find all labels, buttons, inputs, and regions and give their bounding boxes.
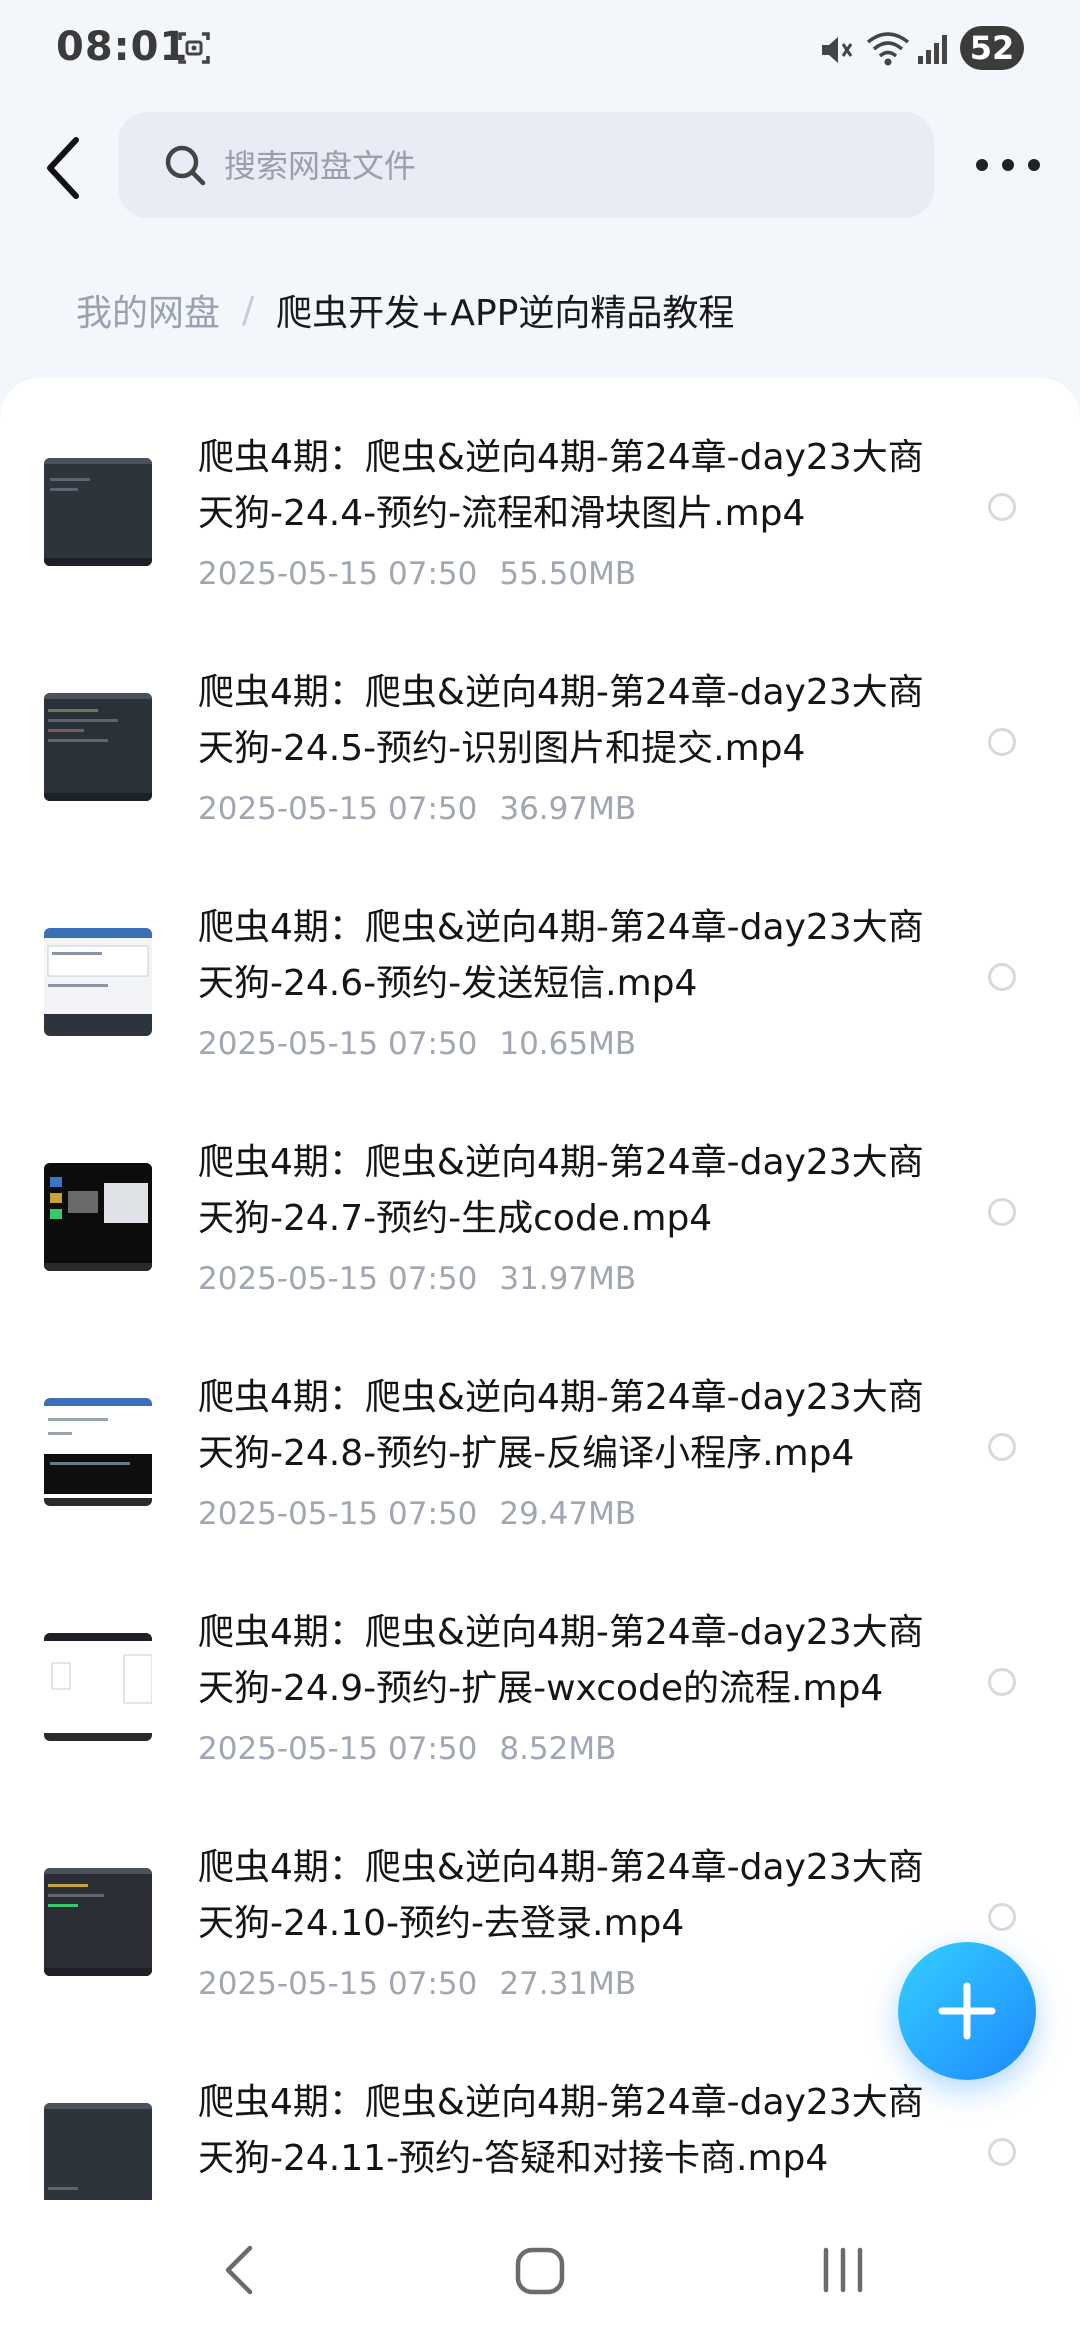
video-thumbnail [44, 1398, 152, 1506]
file-name: 爬虫4期：爬虫&逆向4期-第24章-day23大商天狗-24.4-预约-流程和滑… [198, 437, 924, 534]
add-button[interactable] [898, 1942, 1036, 2080]
file-date: 2025-05-15 07:50 [198, 1496, 478, 1532]
select-radio[interactable] [988, 963, 1016, 991]
video-thumbnail [44, 1868, 152, 1976]
signal-icon [918, 35, 947, 64]
file-name: 爬虫4期：爬虫&逆向4期-第24章-day23大商天狗-24.11-预约-答疑和… [198, 2082, 924, 2179]
file-name: 爬虫4期：爬虫&逆向4期-第24章-day23大商天狗-24.10-预约-去登录… [198, 1847, 924, 1944]
breadcrumb-current: 爬虫开发+APP逆向精品教程 [276, 293, 735, 334]
status-time: 08:01 [56, 24, 189, 70]
file-name: 爬虫4期：爬虫&逆向4期-第24章-day23大商天狗-24.8-预约-扩展-反… [198, 1377, 924, 1474]
battery-icon: 52 [960, 26, 1024, 70]
file-meta: 2025-05-15 07:50 27.31MB [198, 1966, 636, 2002]
select-radio[interactable] [988, 1903, 1016, 1931]
file-name: 爬虫4期：爬虫&逆向4期-第24章-day23大商天狗-24.6-预约-发送短信… [198, 907, 924, 1004]
system-nav-bar [0, 2200, 1080, 2340]
file-date: 2025-05-15 07:50 [198, 556, 478, 592]
file-date: 2025-05-15 07:50 [198, 1261, 478, 1297]
select-radio[interactable] [988, 1198, 1016, 1226]
video-thumbnail [44, 2103, 152, 2211]
video-thumbnail [44, 928, 152, 1036]
nav-recents-icon[interactable] [818, 2240, 868, 2300]
breadcrumb-root[interactable]: 我的网盘 [76, 284, 220, 336]
nav-home-icon[interactable] [512, 2240, 568, 2300]
file-meta: 2025-05-15 07:50 10.65MB [198, 1026, 636, 1062]
file-name: 爬虫4期：爬虫&逆向4期-第24章-day23大商天狗-24.5-预约-识别图片… [198, 672, 924, 769]
search-bar[interactable] [118, 112, 934, 220]
nav-back-icon[interactable] [214, 2240, 264, 2300]
mute-icon [822, 37, 853, 63]
file-meta: 2025-05-15 07:50 31.97MB [198, 1261, 636, 1297]
more-icon[interactable] [976, 150, 1040, 180]
breadcrumb-separator: / [242, 289, 255, 331]
file-name: 爬虫4期：爬虫&逆向4期-第24章-day23大商天狗-24.7-预约-生成co… [198, 1142, 924, 1239]
file-size: 55.50MB [499, 556, 637, 592]
select-radio[interactable] [988, 1668, 1016, 1696]
file-size: 8.52MB [499, 1731, 617, 1767]
select-radio[interactable] [988, 728, 1016, 756]
file-meta: 2025-05-15 07:50 8.52MB [198, 1731, 616, 1767]
status-bar: 08:01 52 [0, 0, 1080, 100]
list-item[interactable]: 爬虫4期：爬虫&逆向4期-第24章-day23大商天狗-24.5-预约-识别图片… [0, 613, 1080, 848]
file-date: 2025-05-15 07:50 [198, 1731, 478, 1767]
video-thumbnail [44, 458, 152, 566]
plus-icon [938, 1982, 996, 2040]
video-thumbnail [44, 1163, 152, 1271]
back-arrow-icon[interactable] [36, 128, 92, 208]
wifi-icon [866, 32, 910, 66]
file-date: 2025-05-15 07:50 [198, 1026, 478, 1062]
video-thumbnail [44, 693, 152, 801]
file-size: 36.97MB [499, 791, 637, 827]
file-meta: 2025-05-15 07:50 36.97MB [198, 791, 636, 827]
file-size: 10.65MB [499, 1026, 637, 1062]
list-item[interactable]: 爬虫4期：爬虫&逆向4期-第24章-day23大商天狗-24.8-预约-扩展-反… [0, 1318, 1080, 1553]
select-radio[interactable] [988, 493, 1016, 521]
select-radio[interactable] [988, 1433, 1016, 1461]
file-size: 31.97MB [499, 1261, 637, 1297]
search-icon [165, 145, 206, 186]
screenshot-icon [178, 32, 210, 64]
file-date: 2025-05-15 07:50 [198, 1966, 478, 2002]
video-thumbnail [44, 1633, 152, 1741]
search-input[interactable] [222, 112, 906, 220]
file-date: 2025-05-15 07:50 [198, 791, 478, 827]
list-item[interactable]: 爬虫4期：爬虫&逆向4期-第24章-day23大商天狗-24.9-预约-扩展-w… [0, 1553, 1080, 1788]
more-dot [1002, 159, 1014, 171]
file-meta: 2025-05-15 07:50 29.47MB [198, 1496, 636, 1532]
more-dot [1028, 159, 1040, 171]
file-name: 爬虫4期：爬虫&逆向4期-第24章-day23大商天狗-24.9-预约-扩展-w… [198, 1612, 924, 1709]
list-item[interactable]: 爬虫4期：爬虫&逆向4期-第24章-day23大商天狗-24.6-预约-发送短信… [0, 848, 1080, 1083]
list-item[interactable]: 爬虫4期：爬虫&逆向4期-第24章-day23大商天狗-24.4-预约-流程和滑… [0, 378, 1080, 613]
file-size: 29.47MB [499, 1496, 637, 1532]
list-item[interactable]: 爬虫4期：爬虫&逆向4期-第24章-day23大商天狗-24.7-预约-生成co… [0, 1083, 1080, 1318]
breadcrumb: 我的网盘 / 爬虫开发+APP逆向精品教程 [76, 284, 734, 336]
file-size: 27.31MB [499, 1966, 637, 2002]
select-radio[interactable] [988, 2138, 1016, 2166]
more-dot [976, 159, 988, 171]
file-meta: 2025-05-15 07:50 55.50MB [198, 556, 636, 592]
